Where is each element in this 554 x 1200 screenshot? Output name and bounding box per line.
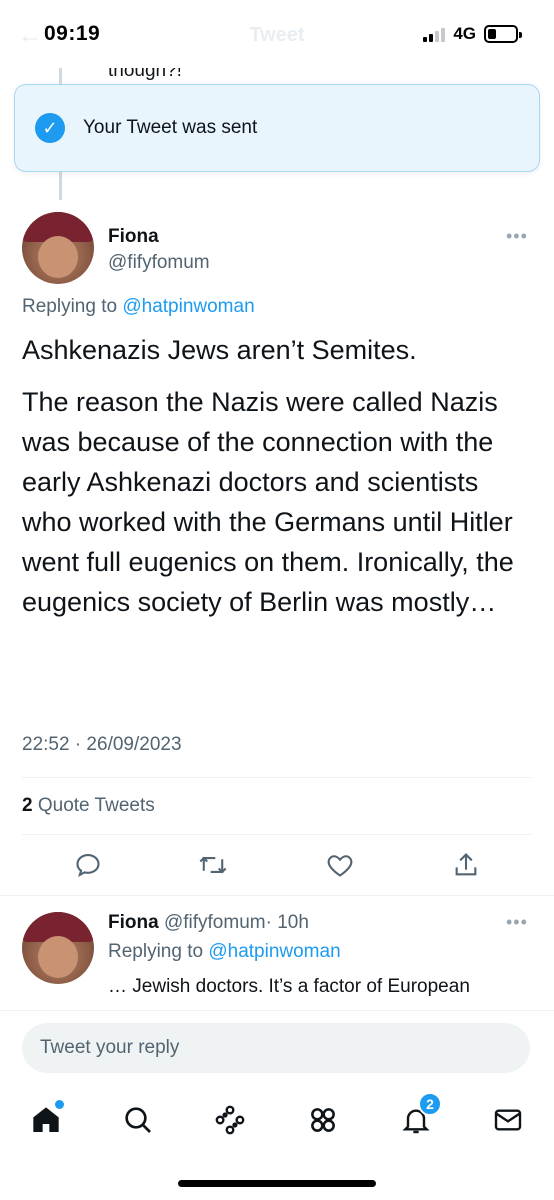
- network-label: 4G: [453, 24, 476, 43]
- author-handle[interactable]: @fifyfomum: [108, 252, 210, 274]
- tweet-paragraph: Ashkenazis Jews aren’t Semites.: [22, 335, 417, 365]
- tweet-actions: [0, 848, 554, 888]
- share-icon[interactable]: [449, 848, 483, 882]
- replying-to-prefix: Replying to: [22, 296, 123, 317]
- spaces-icon: [215, 1105, 245, 1135]
- tab-communities[interactable]: [303, 1100, 343, 1140]
- divider: [0, 895, 554, 896]
- divider: [22, 777, 532, 778]
- avatar[interactable]: [22, 212, 94, 284]
- home-indicator[interactable]: [178, 1180, 376, 1187]
- tweet-timestamp[interactable]: 22:52 · 26/09/2023: [22, 734, 182, 756]
- tab-search[interactable]: [118, 1100, 158, 1140]
- reply-icon[interactable]: [71, 848, 105, 882]
- more-options-icon[interactable]: •••: [506, 226, 528, 247]
- tab-messages[interactable]: [488, 1100, 528, 1140]
- like-icon[interactable]: [323, 848, 357, 882]
- signal-icon: [423, 26, 446, 42]
- divider: [22, 834, 532, 835]
- quote-tweets-count[interactable]: 2 Quote Tweets: [22, 795, 155, 817]
- check-circle-icon: ✓: [35, 113, 65, 143]
- reply-author-name-text: Fiona: [108, 912, 159, 933]
- replying-to-prefix: Replying to: [108, 941, 209, 962]
- avatar[interactable]: [22, 912, 94, 984]
- battery-icon: [484, 25, 522, 43]
- search-icon: [125, 1107, 151, 1133]
- tab-home[interactable]: [26, 1100, 66, 1140]
- communities-icon: [311, 1108, 335, 1132]
- status-indicators: 4G: [423, 24, 522, 44]
- status-time: 09:19: [44, 22, 101, 45]
- tab-notifications[interactable]: 2: [396, 1092, 442, 1140]
- replying-to-mention[interactable]: @hatpinwoman: [122, 296, 254, 317]
- reply-time-ago: · 10h: [265, 912, 309, 933]
- new-content-dot: [55, 1100, 64, 1109]
- reply-author-name[interactable]: Fiona @fifyfomum· 10h: [108, 912, 309, 934]
- tweet-sent-toast[interactable]: ✓ Your Tweet was sent: [14, 84, 540, 172]
- tweet-reply-input[interactable]: [22, 1023, 530, 1073]
- more-options-icon[interactable]: •••: [506, 912, 528, 933]
- status-bar: ← Tweet 09:19 4G: [0, 0, 554, 68]
- tweet-text: Ashkenazis Jews aren’t Semites. The reas…: [22, 330, 532, 634]
- author-name[interactable]: Fiona: [108, 226, 159, 248]
- reply-replying-to-line: Replying to @hatpinwoman: [108, 941, 341, 963]
- mail-icon: [494, 1109, 522, 1131]
- notifications-badge: 2: [418, 1092, 442, 1116]
- tweet-paragraph: The reason the Nazis were called Nazis w…: [22, 387, 514, 617]
- replying-to-mention[interactable]: @hatpinwoman: [208, 941, 340, 962]
- bottom-tab-bar: 2: [0, 1086, 554, 1200]
- replying-to-line: Replying to @hatpinwoman: [22, 296, 255, 318]
- tab-spaces[interactable]: [210, 1100, 250, 1140]
- reply-tweet-text: … Jewish doctors. It’s a factor of Europ…: [108, 976, 470, 997]
- toast-message: Your Tweet was sent: [83, 117, 258, 138]
- quote-label: Quote Tweets: [32, 795, 155, 816]
- reply-composer: [0, 1010, 554, 1086]
- retweet-icon[interactable]: [196, 848, 230, 882]
- reply-author-handle[interactable]: @fifyfomum: [164, 912, 266, 933]
- quote-count: 2: [22, 795, 33, 816]
